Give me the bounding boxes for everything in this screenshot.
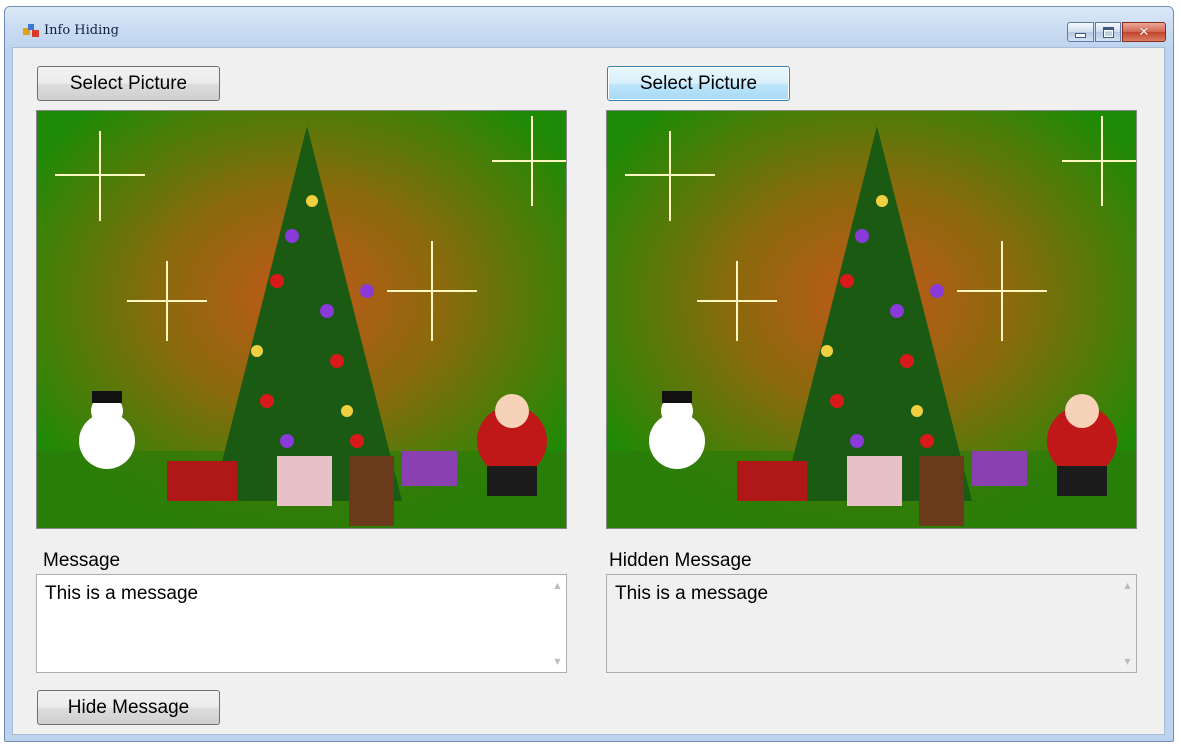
maximize-icon (1102, 26, 1114, 38)
hide-message-button[interactable]: Hide Message (37, 690, 220, 725)
close-icon: ✕ (1138, 24, 1150, 40)
hidden-message-scrollbar[interactable]: ▲ ▼ (1119, 575, 1136, 672)
message-label: Message (43, 550, 121, 571)
client-area: Select Picture Message This is a message… (12, 47, 1165, 735)
caption-buttons: ✕ (1066, 22, 1166, 42)
scroll-up-icon[interactable]: ▲ (549, 577, 566, 594)
christmas-tree-image-copy (607, 111, 1136, 528)
hidden-message-text: This is a message (615, 583, 769, 604)
hidden-message-output[interactable]: This is a message ▲ ▼ (606, 574, 1137, 673)
minimize-icon (1075, 32, 1086, 38)
maximize-button[interactable] (1095, 22, 1121, 42)
message-scrollbar[interactable]: ▲ ▼ (549, 575, 566, 672)
minimize-button[interactable] (1067, 22, 1094, 42)
message-input[interactable]: This is a message ▲ ▼ (36, 574, 567, 673)
close-button[interactable]: ✕ (1122, 22, 1166, 42)
main-window: Info Hiding ✕ Select Picture Message Thi… (4, 6, 1174, 742)
select-picture-button-right[interactable]: Select Picture (607, 66, 790, 101)
christmas-tree-image (37, 111, 566, 528)
picture-box-stego (606, 110, 1137, 529)
message-text: This is a message (45, 583, 199, 604)
select-picture-button-left[interactable]: Select Picture (37, 66, 220, 101)
hidden-message-label: Hidden Message (609, 550, 752, 571)
scroll-up-icon[interactable]: ▲ (1119, 577, 1136, 594)
title-bar[interactable]: Info Hiding ✕ (5, 7, 1173, 47)
picture-box-original (36, 110, 567, 529)
scroll-down-icon[interactable]: ▼ (549, 653, 566, 670)
window-title: Info Hiding (44, 23, 119, 38)
scroll-down-icon[interactable]: ▼ (1119, 653, 1136, 670)
app-icon (23, 24, 39, 37)
